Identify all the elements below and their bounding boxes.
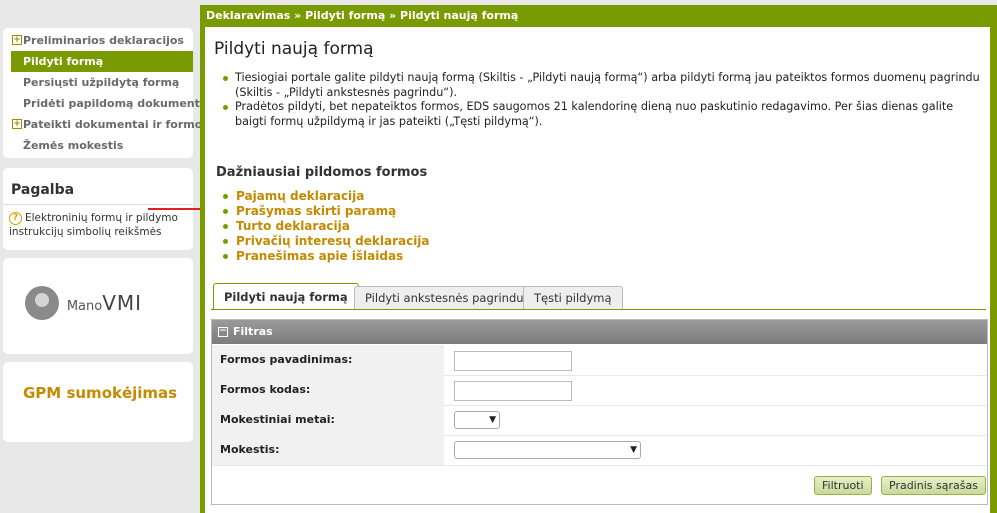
filter-row-tax: Mokestis: ▼: [212, 435, 987, 466]
red-arrow-right-annotation: [148, 203, 213, 215]
sidebar-item-fill-form[interactable]: Pildyti formą: [11, 51, 193, 72]
gpm-box: GPM sumokėjimas: [3, 362, 193, 442]
filter-button[interactable]: Filtruoti: [814, 476, 872, 495]
form-code-label: Formos kodas:: [212, 375, 444, 405]
mano-name: VMI: [102, 291, 143, 315]
sidebar-item-land-tax[interactable]: Žemės mokestis: [3, 135, 193, 156]
form-link-support-request[interactable]: Prašymas skirti paramą: [223, 204, 430, 219]
page-title: Pildyti naują formą: [214, 39, 374, 59]
main-panel: Deklaravimas » Pildyti formą » Pildyti n…: [200, 5, 997, 513]
info-bullet: Pradėtos pildyti, bet nepateiktos formos…: [220, 100, 980, 129]
filter-panel: − Filtras Formos pavadinimas: Formos koda…: [211, 319, 988, 505]
reset-list-button[interactable]: Pradinis sąrašas: [881, 476, 986, 495]
sidebar-item-forward-form[interactable]: Persiųsti užpildytą formą: [3, 72, 193, 93]
tab-continue-filling[interactable]: Tęsti pildymą: [523, 286, 623, 309]
sidebar-item-label: Persiųsti užpildytą formą: [23, 76, 180, 89]
filter-header[interactable]: − Filtras: [212, 320, 987, 344]
filter-row-tax-year: Mokestiniai metai: ▼: [212, 405, 987, 436]
tab-new-form[interactable]: Pildyti naują formą: [213, 283, 359, 310]
form-link-property-declaration[interactable]: Turto deklaracija: [223, 219, 430, 234]
filter-row-form-code: Formos kodas:: [212, 375, 987, 406]
form-link-private-interests[interactable]: Privačių interesų deklaracija: [223, 234, 430, 249]
collapse-icon[interactable]: −: [218, 327, 228, 337]
mano-vmi-box[interactable]: ManoVMI: [3, 258, 193, 354]
breadcrumb: Deklaravimas » Pildyti formą » Pildyti n…: [206, 9, 519, 22]
form-link-expenses-notice[interactable]: Pranešimas apie išlaidas: [223, 249, 430, 264]
help-title: Pagalba: [3, 168, 193, 205]
sidebar-item-label: Pildyti formą: [23, 55, 104, 68]
main-content: Pildyti naują formą Tiesiogiai portale g…: [205, 27, 990, 513]
chevron-down-icon: ▼: [630, 445, 637, 455]
mano-prefix: Mano: [66, 299, 103, 314]
sidebar-item-label: Pateikti dokumentai ir formos: [23, 118, 209, 131]
chevron-down-icon: ▼: [489, 415, 496, 425]
frequent-forms-title: Dažniausiai pildomos formos: [216, 165, 428, 180]
help-link[interactable]: ? Elektroninių formų ir pildymo instrukci…: [3, 209, 193, 241]
sidebar: + Preliminarios deklaracijos Pildyti for…: [0, 0, 209, 513]
tab-based-on-previous[interactable]: Pildyti ankstesnės pagrindu: [354, 286, 535, 309]
mano-vmi-text: ManoVMI: [67, 291, 142, 315]
sidebar-item-label: Žemės mokestis: [23, 139, 124, 152]
info-bullets: Tiesiogiai portale galite pildyti naują …: [220, 71, 980, 129]
filter-row-form-name: Formos pavadinimas:: [212, 345, 987, 376]
sidebar-item-submitted-documents[interactable]: + Pateikti dokumentai ir formos: [3, 114, 209, 135]
sidebar-item-label: Preliminarios deklaracijos: [23, 34, 184, 47]
tax-select[interactable]: ▼: [454, 441, 641, 459]
sidebar-nav: + Preliminarios deklaracijos Pildyti for…: [3, 28, 209, 158]
sidebar-item-add-document[interactable]: Pridėti papildomą dokumentą: [3, 93, 207, 114]
form-name-input[interactable]: [454, 351, 572, 371]
form-name-label: Formos pavadinimas:: [212, 345, 444, 375]
help-link-text: Elektroninių formų ir pildymo instrukcij…: [9, 212, 178, 238]
tax-year-label: Mokestiniai metai:: [212, 405, 444, 435]
form-link-income-declaration[interactable]: Pajamų deklaracija: [223, 189, 430, 204]
tax-label: Mokestis:: [212, 435, 444, 465]
tax-year-select[interactable]: ▼: [454, 411, 500, 429]
user-avatar-icon: [25, 286, 59, 320]
tab-divider: [211, 309, 986, 310]
info-bullet: Tiesiogiai portale galite pildyti naują …: [220, 71, 980, 100]
gpm-payment-link[interactable]: GPM sumokėjimas: [23, 384, 177, 402]
frequent-forms-list: Pajamų deklaracija Prašymas skirti param…: [223, 189, 430, 264]
question-circle-icon: ?: [9, 211, 22, 225]
sidebar-item-preliminary-declarations[interactable]: + Preliminarios deklaracijos: [3, 30, 193, 51]
filter-title: Filtras: [233, 325, 273, 338]
expand-icon[interactable]: +: [12, 119, 22, 129]
sidebar-item-label: Pridėti papildomą dokumentą: [23, 97, 208, 110]
expand-icon[interactable]: +: [12, 35, 22, 45]
mano-vmi-logo[interactable]: ManoVMI: [25, 286, 142, 320]
form-code-input[interactable]: [454, 381, 572, 401]
